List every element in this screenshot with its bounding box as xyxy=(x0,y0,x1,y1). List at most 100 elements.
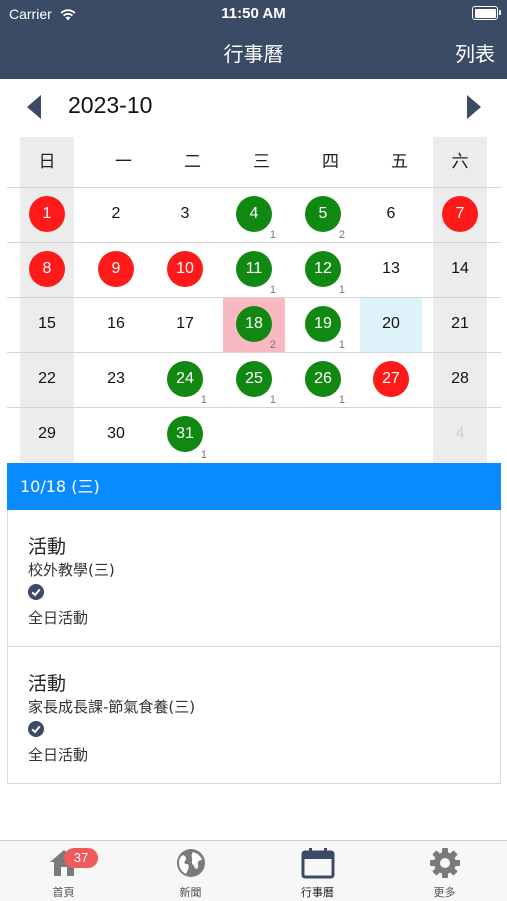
day-number xyxy=(236,416,272,452)
event-card[interactable]: 活動 校外教學(三) 全日活動 xyxy=(7,510,501,647)
event-day-number: 4 xyxy=(236,196,272,232)
event-day-number: 25 xyxy=(236,361,272,397)
calendar-week-row: 22 23 24 1 25 1 26 1 27 28 xyxy=(7,352,501,407)
weekday-label: 一 xyxy=(115,152,132,172)
tab-more[interactable]: 更多 xyxy=(381,841,507,901)
tab-calendar[interactable]: 行事曆 xyxy=(254,841,381,901)
battery-level xyxy=(474,8,496,18)
day-number: 6 xyxy=(386,205,396,222)
event-count: 1 xyxy=(338,394,345,406)
calendar-day-cell[interactable]: 17 xyxy=(151,298,219,352)
empty-day-cell xyxy=(289,408,357,462)
weekday-label: 三 xyxy=(253,152,270,172)
day-number: 22 xyxy=(38,370,56,387)
event-day-number: 19 xyxy=(305,306,341,342)
calendar-day-cell[interactable]: 23 xyxy=(82,353,150,407)
calendar-day-cell[interactable]: 12 1 xyxy=(289,243,357,297)
weekday-header: 日一二三四五六 xyxy=(7,137,501,187)
event-type: 活動 xyxy=(28,536,67,558)
event-day-number: 18 xyxy=(236,306,272,342)
holiday-day-number: 8 xyxy=(29,251,65,287)
calendar-day-cell[interactable]: 27 xyxy=(357,353,425,407)
list-view-button[interactable]: 列表 xyxy=(455,38,495,67)
calendar-day-cell[interactable]: 9 xyxy=(82,243,150,297)
tab-home[interactable]: 37 首頁 xyxy=(0,841,127,901)
calendar-day-cell[interactable]: 28 xyxy=(426,353,494,407)
previous-month-icon[interactable] xyxy=(27,95,41,119)
calendar-day-cell[interactable]: 52 xyxy=(289,188,357,242)
calendar-day-cell[interactable]: 13 xyxy=(357,243,425,297)
day-number: 30 xyxy=(107,425,125,442)
weekday-label: 二 xyxy=(184,152,201,172)
event-day-number: 5 xyxy=(305,196,341,232)
day-number: 28 xyxy=(451,370,469,387)
day-number: 29 xyxy=(38,425,56,442)
calendar-day-cell[interactable]: 15 xyxy=(13,298,81,352)
event-time: 全日活動 xyxy=(28,746,89,764)
selected-day-header: 10/18 (三) xyxy=(7,463,501,510)
check-circle-icon xyxy=(28,584,44,600)
day-number: 14 xyxy=(451,260,469,277)
day-number: 21 xyxy=(451,315,469,332)
event-day-number: 12 xyxy=(305,251,341,287)
calendar-day-cell[interactable]: 6 xyxy=(357,188,425,242)
day-number: 16 xyxy=(107,315,125,332)
app-header: Carrier 11:50 AM 行事曆 列表 xyxy=(0,0,507,79)
tab-news[interactable]: 新聞 xyxy=(127,841,254,901)
holiday-day-number: 27 xyxy=(373,361,409,397)
gear-icon xyxy=(429,848,460,878)
event-count: 1 xyxy=(269,229,276,241)
calendar-grid: 日一二三四五六 1 2 3 4 1 5 2 6 7 8 9 10 11 1 12 1 13 14 15 16 17 18 2… xyxy=(7,137,501,462)
calendar-day-cell[interactable]: 1 xyxy=(13,188,81,242)
day-number: 23 xyxy=(107,370,125,387)
calendar-day-cell[interactable]: 24 1 xyxy=(151,353,219,407)
calendar-day-cell[interactable]: 19 1 xyxy=(289,298,357,352)
event-day-number: 31 xyxy=(167,416,203,452)
calendar-day-cell[interactable]: 41 xyxy=(220,188,288,242)
holiday-day-number: 9 xyxy=(98,251,134,287)
event-day-number: 11 xyxy=(236,251,272,287)
calendar-day-cell[interactable]: 10 xyxy=(151,243,219,297)
event-count: 2 xyxy=(338,229,345,241)
calendar-week-row: 15 16 17 18 2 19 1 20 21 xyxy=(7,297,501,352)
event-title: 校外教學(三) xyxy=(28,561,115,579)
calendar-day-cell[interactable]: 7 xyxy=(426,188,494,242)
calendar-day-cell[interactable]: 4 xyxy=(426,408,494,462)
calendar-day-cell[interactable]: 25 1 xyxy=(220,353,288,407)
event-count: 1 xyxy=(269,284,276,296)
tab-bar: 37 首頁 新聞 行事曆 更多 xyxy=(0,840,507,901)
calendar-day-cell[interactable]: 26 1 xyxy=(289,353,357,407)
calendar-day-cell[interactable]: 18 2 xyxy=(220,298,288,352)
event-day-number: 26 xyxy=(305,361,341,397)
day-number xyxy=(305,416,341,452)
battery-icon xyxy=(472,6,501,20)
calendar-day-cell[interactable]: 22 xyxy=(13,353,81,407)
tab-label: 首頁 xyxy=(52,886,75,899)
calendar-day-cell[interactable]: 21 xyxy=(426,298,494,352)
calendar-day-cell[interactable]: 16 xyxy=(82,298,150,352)
tab-label: 新聞 xyxy=(179,886,202,899)
calendar-day-cell[interactable]: 20 xyxy=(357,298,425,352)
next-month-icon[interactable] xyxy=(467,95,481,119)
event-count: 1 xyxy=(200,394,207,406)
weekday-label: 四 xyxy=(322,152,339,172)
holiday-day-number: 1 xyxy=(29,196,65,232)
day-number: 2 xyxy=(111,205,121,222)
status-time: 11:50 AM xyxy=(221,5,286,22)
event-card[interactable]: 活動 家長成長課-節氣食養(三) 全日活動 xyxy=(7,647,501,784)
event-count: 1 xyxy=(338,284,345,296)
month-selector: 2023-10 xyxy=(0,79,507,133)
calendar-day-cell[interactable]: 30 xyxy=(82,408,150,462)
tab-label: 更多 xyxy=(433,886,456,899)
calendar-day-cell[interactable]: 14 xyxy=(426,243,494,297)
weekday-label: 日 xyxy=(38,152,56,172)
calendar-day-cell[interactable]: 8 xyxy=(13,243,81,297)
calendar-day-cell[interactable]: 2 xyxy=(82,188,150,242)
event-type: 活動 xyxy=(28,673,67,695)
day-number: 17 xyxy=(176,315,194,332)
month-label: 2023-10 xyxy=(68,92,153,118)
calendar-day-cell[interactable]: 31 1 xyxy=(151,408,219,462)
calendar-day-cell[interactable]: 29 xyxy=(13,408,81,462)
calendar-day-cell[interactable]: 11 1 xyxy=(220,243,288,297)
calendar-day-cell[interactable]: 3 xyxy=(151,188,219,242)
